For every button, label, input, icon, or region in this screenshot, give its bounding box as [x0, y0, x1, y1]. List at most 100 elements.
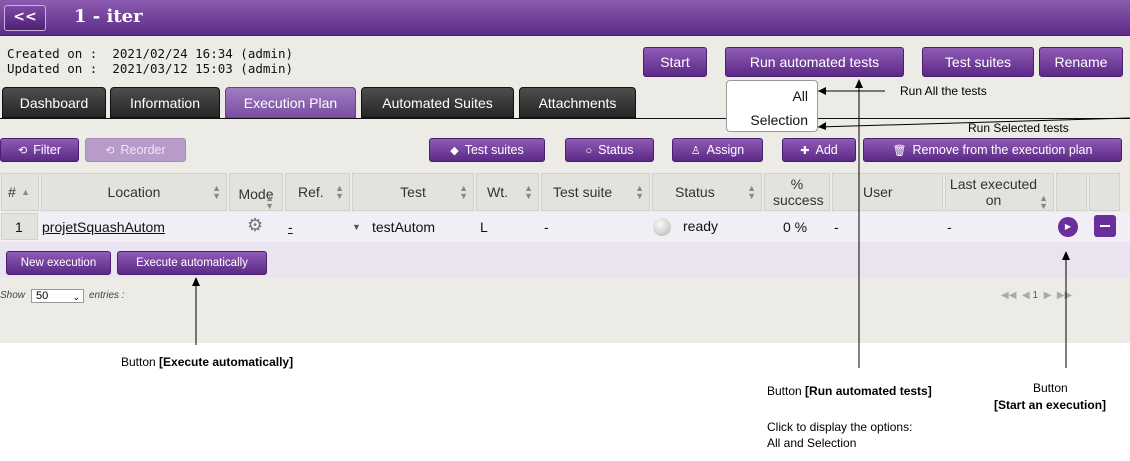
start-button[interactable]: Start	[643, 47, 707, 77]
col-test-suite-label: Test suite	[553, 184, 613, 200]
sort-icon: ▲ ▼	[265, 193, 274, 211]
col-header-weight[interactable]: Wt. ▲ ▼	[476, 173, 539, 211]
row-num: 1	[15, 219, 23, 235]
row-user: -	[834, 219, 839, 235]
reorder-button[interactable]: ⟲ Reorder	[85, 138, 186, 162]
remove-from-plan-button[interactable]: 🗑 Remove from the execution plan	[863, 138, 1122, 162]
menu-item-selection[interactable]: Selection	[750, 112, 808, 128]
tab-information[interactable]: Information	[110, 87, 220, 118]
reorder-icon: ⟲	[105, 145, 115, 157]
run-automated-tests-button[interactable]: Run automated tests	[725, 47, 904, 77]
row-success: 0 %	[783, 219, 808, 235]
sort-icon: ▲ ▼	[459, 183, 468, 201]
row-ref-link[interactable]: -	[288, 219, 293, 235]
rename-button[interactable]: Rename	[1039, 47, 1123, 77]
col-header-location[interactable]: Location ▲ ▼	[41, 173, 227, 211]
sort-icon: ▲ ▼	[524, 183, 533, 201]
assign-button-label: Assign	[706, 143, 745, 157]
toolbar-test-suites-button[interactable]: ◆ Test suites	[429, 138, 545, 162]
row-test-suite: -	[544, 219, 549, 235]
trash-icon: 🗑	[892, 145, 907, 157]
minus-icon	[1100, 225, 1110, 227]
user-icon: ♙	[690, 145, 701, 157]
status-button-label: Status	[598, 143, 634, 157]
col-test-label: Test	[400, 184, 426, 200]
updated-label: Updated on :	[7, 61, 98, 76]
sort-icon: ▲ ▼	[747, 183, 756, 201]
col-user-label: User	[863, 184, 893, 200]
col-header-ref[interactable]: Ref. ▲ ▼	[285, 173, 350, 211]
col-header-mode[interactable]: Mode ▲ ▼	[229, 173, 283, 211]
remove-button-label: Remove from the execution plan	[912, 143, 1093, 157]
back-button[interactable]: <<	[4, 5, 46, 31]
current-page[interactable]: 1	[1032, 290, 1038, 301]
col-header-action	[1056, 173, 1087, 211]
filter-button[interactable]: ⟲ Filter	[0, 138, 79, 162]
status-indicator-icon	[653, 218, 671, 236]
page-title: 1 - iter	[74, 6, 143, 27]
annotation-prefix: Button	[767, 384, 806, 398]
start-execution-button[interactable]: ▶	[1058, 217, 1078, 237]
entries-value: 50	[36, 290, 49, 302]
tab-automated-suites[interactable]: Automated Suites	[361, 87, 514, 118]
col-header-test-suite[interactable]: Test suite ▲ ▼	[541, 173, 650, 211]
tab-execution-plan[interactable]: Execution Plan	[225, 87, 356, 118]
annotation-run-all: Run All the tests	[900, 84, 987, 98]
reorder-button-label: Reorder	[120, 143, 166, 157]
show-label: Show	[0, 290, 26, 301]
prev-page-icon[interactable]: ◀	[1022, 290, 1030, 301]
entries-label: entries :	[89, 290, 125, 301]
col-header-test[interactable]: Test ▲ ▼	[352, 173, 474, 211]
plus-icon: ✚	[800, 145, 810, 157]
col-header-num[interactable]: # ▲	[1, 173, 39, 211]
col-header-user[interactable]: User	[832, 173, 943, 211]
execute-automatically-button[interactable]: Execute automatically	[117, 251, 267, 275]
last-page-icon[interactable]: ▶▶	[1057, 290, 1072, 301]
caret-down-icon[interactable]: ▼	[352, 222, 361, 232]
tab-underline	[0, 118, 1130, 119]
new-execution-button[interactable]: New execution	[6, 251, 111, 275]
row-status[interactable]: ready	[683, 218, 718, 234]
tab-attachments[interactable]: Attachments	[519, 87, 636, 118]
annotation-run-automated-desc1: Click to display the options:	[767, 420, 913, 434]
tab-dashboard[interactable]: Dashboard	[2, 87, 106, 118]
annotation-bold: [Run automated tests]	[805, 384, 932, 398]
col-header-success[interactable]: % success	[764, 173, 830, 211]
app-root: << 1 - iter Created on : 2021/02/24 16:3…	[0, 0, 1130, 461]
col-location-label: Location	[107, 184, 161, 200]
row-weight: L	[480, 219, 488, 235]
test-suites-button[interactable]: Test suites	[922, 47, 1034, 77]
annotation-run-automated: Button [Run automated tests]	[767, 384, 932, 398]
play-icon: ▶	[1064, 222, 1072, 231]
table-row[interactable]	[0, 212, 1130, 242]
row-last-executed: -	[947, 219, 952, 235]
updated-value: 2021/03/12 15:03 (admin)	[112, 61, 293, 76]
next-page-icon[interactable]: ▶	[1044, 290, 1052, 301]
sort-icon: ▲ ▼	[635, 183, 644, 201]
annotation-prefix: Button	[121, 355, 160, 369]
col-header-status[interactable]: Status ▲ ▼	[652, 173, 762, 211]
filter-button-label: Filter	[33, 143, 61, 157]
col-header-last-executed[interactable]: Last executed on ▲ ▼	[945, 173, 1054, 211]
menu-item-all[interactable]: All	[792, 88, 808, 104]
first-page-icon[interactable]: ◀◀	[1001, 290, 1016, 301]
tag-icon: ◆	[450, 145, 459, 157]
annotation-run-selected: Run Selected tests	[968, 121, 1069, 135]
created-label: Created on :	[7, 46, 98, 61]
filter-icon: ⟲	[18, 145, 28, 157]
add-button[interactable]: ✚ Add	[782, 138, 856, 162]
entries-select[interactable]: 50 ⌄	[31, 289, 84, 303]
remove-row-button[interactable]	[1094, 215, 1116, 237]
status-button[interactable]: ○ Status	[565, 138, 654, 162]
audit-info: Created on : 2021/02/24 16:34 (admin) Up…	[7, 46, 293, 76]
created-value: 2021/02/24 16:34 (admin)	[112, 46, 293, 61]
assign-button[interactable]: ♙ Assign	[672, 138, 763, 162]
annotation-bold: [Execute automatically]	[159, 355, 294, 369]
title-bar: << 1 - iter	[0, 0, 1130, 36]
run-automated-menu: All Selection	[726, 80, 818, 132]
row-location-link[interactable]: projetSquashAutom	[42, 219, 165, 235]
gear-icon[interactable]: ⚙	[247, 215, 263, 236]
col-header-remove	[1089, 173, 1120, 211]
annotation-start-execution-bold: [Start an execution]	[994, 398, 1107, 412]
annotation-start-execution-line1: Button	[1033, 381, 1068, 395]
